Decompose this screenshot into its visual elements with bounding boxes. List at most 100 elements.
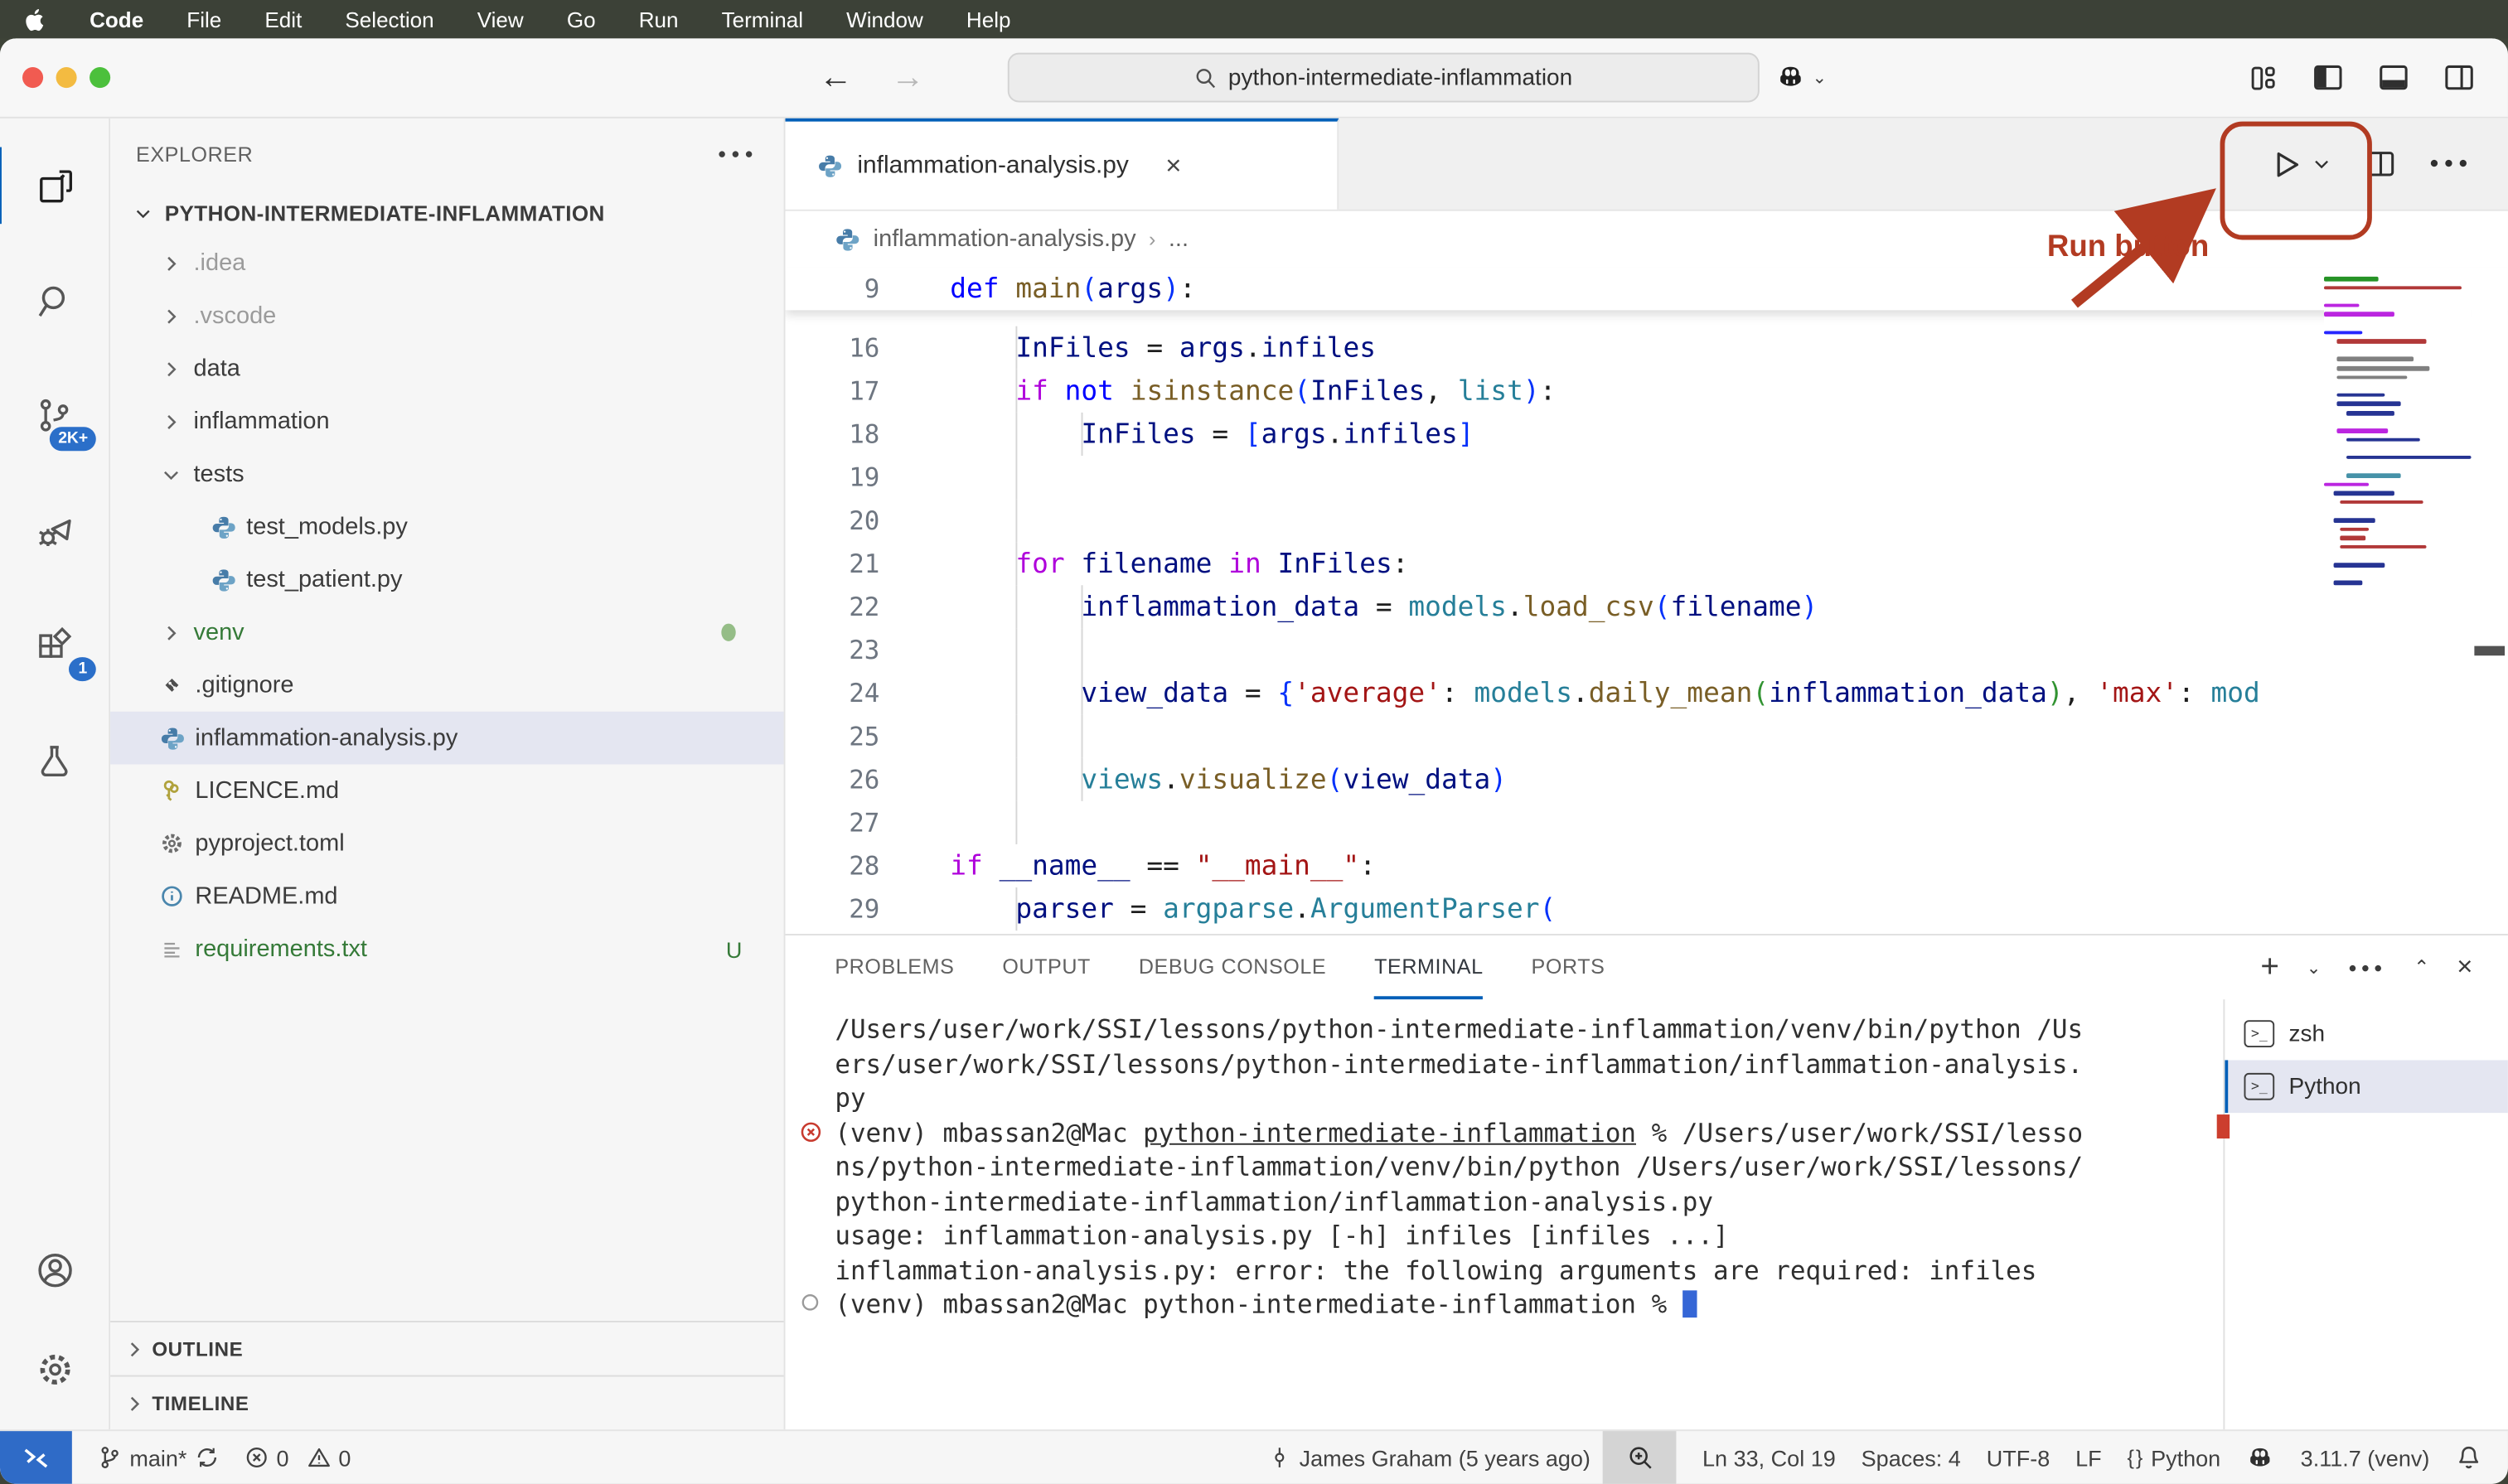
toggle-secondary-sidebar-icon[interactable] [2443, 60, 2477, 94]
panel-tab-terminal[interactable]: TERMINAL [1374, 935, 1483, 999]
split-editor-icon[interactable] [2364, 147, 2398, 181]
explorer-actions-icon[interactable]: ●●● [718, 146, 758, 162]
indentation-status[interactable]: Spaces: 4 [1848, 1431, 1973, 1484]
tree-item-licence-md[interactable]: LICENCE.md [110, 764, 783, 817]
copilot-menu[interactable]: ⌄ [1775, 38, 1827, 117]
tree-item-gitignore[interactable]: .gitignore [110, 659, 783, 712]
code-line[interactable]: 29 parser = argparse.ArgumentParser( [786, 887, 2508, 931]
menu-file[interactable]: File [186, 7, 221, 31]
editor-more-actions-icon[interactable]: ●●● [2429, 155, 2472, 172]
activity-testing[interactable] [0, 723, 109, 800]
python-interpreter-status[interactable]: 3.11.7 (venv) [2288, 1431, 2443, 1484]
sticky-code-line[interactable]: 9def main(args): [786, 267, 2508, 310]
tree-root-folder[interactable]: PYTHON-INTERMEDIATE-INFLAMMATION [110, 189, 783, 237]
tree-item-data[interactable]: data [110, 342, 783, 395]
language-status[interactable]: { }Python [2114, 1431, 2234, 1484]
tree-item-inflammation[interactable]: inflammation [110, 395, 783, 448]
code-line[interactable]: 19 [786, 456, 2508, 499]
section-outline[interactable]: OUTLINE [110, 1321, 783, 1375]
code-line[interactable]: 25 [786, 715, 2508, 758]
tree-item-vscode[interactable]: .vscode [110, 289, 783, 342]
menu-view[interactable]: View [477, 7, 524, 31]
eol-status[interactable]: LF [2063, 1431, 2114, 1484]
run-button[interactable] [2268, 147, 2331, 181]
maximize-panel-icon[interactable]: ⌃ [2414, 956, 2429, 979]
terminal-output[interactable]: /Users/user/work/SSI/lessons/python-inte… [786, 999, 2224, 1429]
command-center-search[interactable]: python-intermediate-inflammation [1008, 53, 1760, 103]
toggle-panel-icon[interactable] [2377, 60, 2411, 94]
menu-edit[interactable]: Edit [264, 7, 302, 31]
code-editor[interactable]: 9def main(args): 16 InFiles = args.infil… [786, 267, 2508, 934]
code-line[interactable]: 27 [786, 801, 2508, 844]
close-window-button[interactable] [22, 67, 43, 88]
activity-run-debug[interactable] [0, 492, 109, 569]
code-line[interactable]: 18 InFiles = [args.infiles] [786, 413, 2508, 456]
copilot-status-icon[interactable] [2234, 1431, 2288, 1484]
notifications-bell-icon[interactable] [2443, 1431, 2508, 1484]
menu-help[interactable]: Help [966, 7, 1011, 31]
code-line[interactable]: 17 if not isinstance(InFiles, list): [786, 370, 2508, 413]
problems-status[interactable]: 0 0 [231, 1431, 363, 1484]
blame-status[interactable]: James Graham (5 years ago) [1256, 1431, 1603, 1484]
remote-indicator[interactable] [0, 1431, 72, 1484]
settings-gear-icon[interactable] [33, 1331, 76, 1408]
tree-item-test-patient-py[interactable]: test_patient.py [110, 553, 783, 607]
tree-item-venv[interactable]: venv [110, 606, 783, 659]
menu-run[interactable]: Run [639, 7, 679, 31]
zoom-indicator[interactable] [1603, 1431, 1677, 1484]
panel-tab-ports[interactable]: PORTS [1532, 935, 1605, 999]
minimap[interactable] [2324, 273, 2472, 590]
tree-item-pyproject-toml[interactable]: pyproject.toml [110, 817, 783, 870]
code-line[interactable]: 16 InFiles = args.infiles [786, 326, 2508, 370]
tree-item-tests[interactable]: tests [110, 447, 783, 500]
zoom-window-button[interactable] [90, 67, 110, 88]
minimize-window-button[interactable] [56, 67, 77, 88]
cursor-position-status[interactable]: Ln 33, Col 19 [1690, 1431, 1849, 1484]
terminal-instance-zsh[interactable]: >_zsh [2225, 1008, 2508, 1061]
customize-layout-icon[interactable] [2247, 61, 2279, 94]
apple-icon[interactable] [26, 7, 46, 31]
close-tab-icon[interactable]: × [1165, 149, 1181, 181]
code-line[interactable]: 24 view_data = {'average': models.daily_… [786, 672, 2508, 715]
section-timeline[interactable]: TIMELINE [110, 1375, 783, 1430]
menu-selection[interactable]: Selection [345, 7, 433, 31]
nav-forward-button[interactable]: → [891, 58, 925, 96]
menu-go[interactable]: Go [567, 7, 596, 31]
terminal-icon: >_ [2244, 1020, 2275, 1047]
close-panel-icon[interactable]: × [2457, 951, 2472, 984]
tree-item-inflammation-analysis-py[interactable]: inflammation-analysis.py [110, 712, 783, 765]
activity-extensions[interactable]: 1 [0, 607, 109, 684]
tree-item-test-models-py[interactable]: test_models.py [110, 500, 783, 553]
panel-more-actions-icon[interactable]: ●●● [2348, 960, 2386, 975]
nav-back-button[interactable]: ← [819, 58, 853, 96]
activity-explorer[interactable] [0, 147, 110, 225]
tab-inflammation-analysis[interactable]: inflammation-analysis.py × [786, 118, 1339, 210]
terminal-launch-chevron-icon[interactable]: ⌄ [2307, 957, 2322, 978]
activity-source-control[interactable]: 2K+ [0, 377, 109, 454]
terminal-link[interactable]: python-intermediate-inflammation [1143, 1117, 1636, 1148]
terminal-line: ns/python-intermediate-inflammation/venv… [835, 1150, 2223, 1184]
code-line[interactable]: 21 for filename in InFiles: [786, 542, 2508, 585]
menu-code[interactable]: Code [90, 7, 143, 31]
activity-search[interactable] [0, 262, 109, 339]
code-line[interactable]: 28if __name__ == "__main__": [786, 844, 2508, 887]
code-line[interactable]: 26 views.visualize(view_data) [786, 758, 2508, 801]
menu-terminal[interactable]: Terminal [722, 7, 803, 31]
tree-item-idea[interactable]: .idea [110, 237, 783, 290]
terminal-instance-python[interactable]: >_Python [2225, 1060, 2508, 1113]
code-line[interactable]: 23 [786, 628, 2508, 671]
panel-tab-output[interactable]: OUTPUT [1002, 935, 1091, 999]
tree-item-requirements-txt[interactable]: requirements.txtU [110, 922, 783, 975]
branch-status[interactable]: main* [85, 1431, 231, 1484]
toggle-sidebar-icon[interactable] [2312, 60, 2346, 94]
code-line[interactable]: 22 inflammation_data = models.load_csv(f… [786, 585, 2508, 628]
new-terminal-icon[interactable]: + [2260, 949, 2279, 985]
code-line[interactable]: 20 [786, 499, 2508, 542]
tree-item-readme-md[interactable]: README.md [110, 870, 783, 923]
editor-scrollbar[interactable] [2472, 267, 2508, 934]
encoding-status[interactable]: UTF-8 [1973, 1431, 2062, 1484]
menu-window[interactable]: Window [846, 7, 923, 31]
panel-tab-problems[interactable]: PROBLEMS [835, 935, 954, 999]
panel-tab-debug-console[interactable]: DEBUG CONSOLE [1139, 935, 1326, 999]
account-icon[interactable] [33, 1231, 76, 1308]
